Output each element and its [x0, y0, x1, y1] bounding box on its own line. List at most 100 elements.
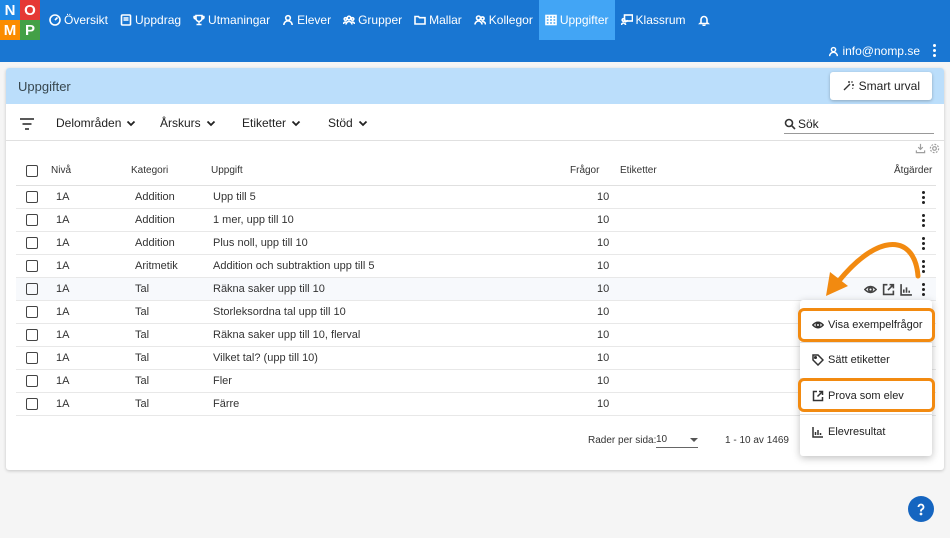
nav-item-uppdrag[interactable]: Uppdrag [114, 0, 187, 40]
header-uppgift[interactable]: Uppgift [211, 165, 243, 176]
row-checkbox[interactable] [26, 260, 38, 272]
row-actions [864, 283, 913, 296]
cell-kategori: Addition [135, 214, 175, 226]
row-menu-kebab-icon[interactable] [922, 191, 925, 204]
nav-item-utmaningar[interactable]: Utmaningar [187, 0, 276, 40]
dropdown-arrow-icon [690, 437, 698, 442]
header-etiketter[interactable]: Etiketter [620, 165, 657, 176]
cell-uppgift: Vilket tal? (upp till 10) [213, 352, 318, 364]
header-fragor[interactable]: Frågor [570, 165, 599, 176]
menu-divider [800, 414, 932, 415]
table-row[interactable]: 1A Addition Plus noll, upp till 10 10 [16, 232, 936, 255]
table-row[interactable]: 1A Tal Räkna saker upp till 10 10 [16, 278, 936, 301]
table-row[interactable]: 1A Tal Färre 10 [16, 393, 936, 416]
help-button[interactable] [908, 496, 934, 522]
download-icon[interactable] [915, 143, 926, 154]
menu-item-elevresultat[interactable]: Elevresultat [812, 426, 885, 438]
search-input[interactable] [798, 116, 918, 131]
smart-selection-button[interactable]: Smart urval [829, 72, 932, 100]
row-checkbox[interactable] [26, 329, 38, 341]
row-checkbox[interactable] [26, 191, 38, 203]
divider [6, 140, 944, 141]
row-checkbox[interactable] [26, 375, 38, 387]
row-checkbox[interactable] [26, 352, 38, 364]
user-menu-kebab-icon[interactable] [933, 44, 936, 57]
user-email[interactable]: info@nomp.se [842, 44, 920, 58]
nav-item-grupper[interactable]: Grupper [337, 0, 408, 40]
nav-label: Klassrum [635, 13, 686, 27]
row-checkbox[interactable] [26, 237, 38, 249]
cell-uppgift: Räkna saker upp till 10 [213, 283, 325, 295]
select-all-checkbox[interactable] [26, 164, 38, 177]
cell-uppgift: 1 mer, upp till 10 [213, 214, 294, 226]
cell-kategori: Tal [135, 329, 150, 341]
dashboard-icon [49, 14, 61, 26]
eye-icon[interactable] [864, 283, 877, 296]
cell-niva: 1A [56, 191, 70, 203]
menu-item-satt-etiketter[interactable]: Sätt etiketter [812, 354, 890, 366]
top-navbar: N O M P Översikt Uppdrag Utmaningar Elev… [0, 0, 950, 40]
row-menu-kebab-icon[interactable] [922, 237, 925, 250]
logo-letter: N [0, 0, 20, 20]
cell-niva: 1A [56, 329, 70, 341]
header-niva[interactable]: Nivå [51, 165, 71, 176]
main-nav: Översikt Uppdrag Utmaningar Elever Grupp… [43, 0, 719, 40]
tag-icon [812, 354, 824, 366]
trophy-icon [193, 14, 205, 26]
row-menu-kebab-icon[interactable] [922, 283, 925, 296]
filter-delomraden[interactable]: Delområden [56, 116, 137, 130]
cell-niva: 1A [56, 283, 70, 295]
row-checkbox[interactable] [26, 214, 38, 226]
table-row[interactable]: 1A Addition 1 mer, upp till 10 10 [16, 209, 936, 232]
rows-per-page-value: 10 [656, 434, 668, 445]
filter-label: Stöd [328, 116, 353, 130]
menu-item-visa-exempelfragor[interactable]: Visa exempelfrågor [812, 319, 923, 331]
bar-chart-icon[interactable] [900, 283, 913, 296]
filter-stod[interactable]: Stöd [328, 116, 369, 130]
settings-gear-icon[interactable] [929, 143, 940, 154]
nav-item-uppgifter[interactable]: Uppgifter [538, 0, 615, 40]
book-icon [120, 14, 132, 26]
external-link-icon[interactable] [882, 283, 895, 296]
nav-item-elever[interactable]: Elever [276, 0, 337, 40]
filter-arskurs[interactable]: Årskurs [160, 116, 217, 130]
logo-letter: M [0, 20, 20, 40]
filter-etiketter[interactable]: Etiketter [242, 116, 302, 130]
nav-item-oversikt[interactable]: Översikt [43, 0, 114, 40]
row-checkbox[interactable] [26, 283, 38, 295]
rows-per-page-select[interactable]: 10 [656, 432, 698, 448]
table-row[interactable]: 1A Tal Vilket tal? (upp till 10) 10 [16, 347, 936, 370]
menu-item-label: Sätt etiketter [828, 354, 890, 366]
nav-item-klassrum[interactable]: Klassrum [615, 0, 692, 40]
header-kategori[interactable]: Kategori [131, 165, 168, 176]
table-row[interactable]: 1A Addition Upp till 5 10 [16, 186, 936, 209]
row-checkbox[interactable] [26, 306, 38, 318]
nomp-logo[interactable]: N O M P [0, 0, 40, 40]
cell-niva: 1A [56, 375, 70, 387]
nav-item-kollegor[interactable]: Kollegor [468, 0, 539, 40]
nav-label: Uppdrag [135, 13, 182, 27]
filter-list-icon[interactable] [20, 118, 34, 130]
table-row[interactable]: 1A Aritmetik Addition och subtraktion upp … [16, 255, 936, 278]
cell-kategori: Tal [135, 398, 150, 410]
filter-bar: Delområden Årskurs Etiketter Stöd [6, 112, 944, 136]
row-menu-kebab-icon[interactable] [922, 214, 925, 227]
notifications-button[interactable] [692, 0, 719, 40]
cell-fragor: 10 [597, 191, 610, 203]
cell-kategori: Addition [135, 237, 175, 249]
user-bar: info@nomp.se [0, 40, 950, 62]
row-menu-kebab-icon[interactable] [922, 260, 925, 273]
cell-uppgift: Storleksordna tal upp till 10 [213, 306, 346, 318]
table-row[interactable]: 1A Tal Räkna saker upp till 10, flerval 10 [16, 324, 936, 347]
table-row[interactable]: 1A Tal Storleksordna tal upp till 10 10 [16, 301, 936, 324]
cell-niva: 1A [56, 214, 70, 226]
menu-item-prova-som-elev[interactable]: Prova som elev [812, 390, 904, 402]
cell-uppgift: Upp till 5 [213, 191, 256, 203]
table-row[interactable]: 1A Tal Fler 10 [16, 370, 936, 393]
logo-letter: O [20, 0, 40, 20]
nav-item-mallar[interactable]: Mallar [408, 0, 468, 40]
chevron-down-icon [127, 120, 136, 127]
cell-fragor: 10 [597, 329, 610, 341]
row-checkbox[interactable] [26, 398, 38, 410]
cell-fragor: 10 [597, 260, 610, 272]
